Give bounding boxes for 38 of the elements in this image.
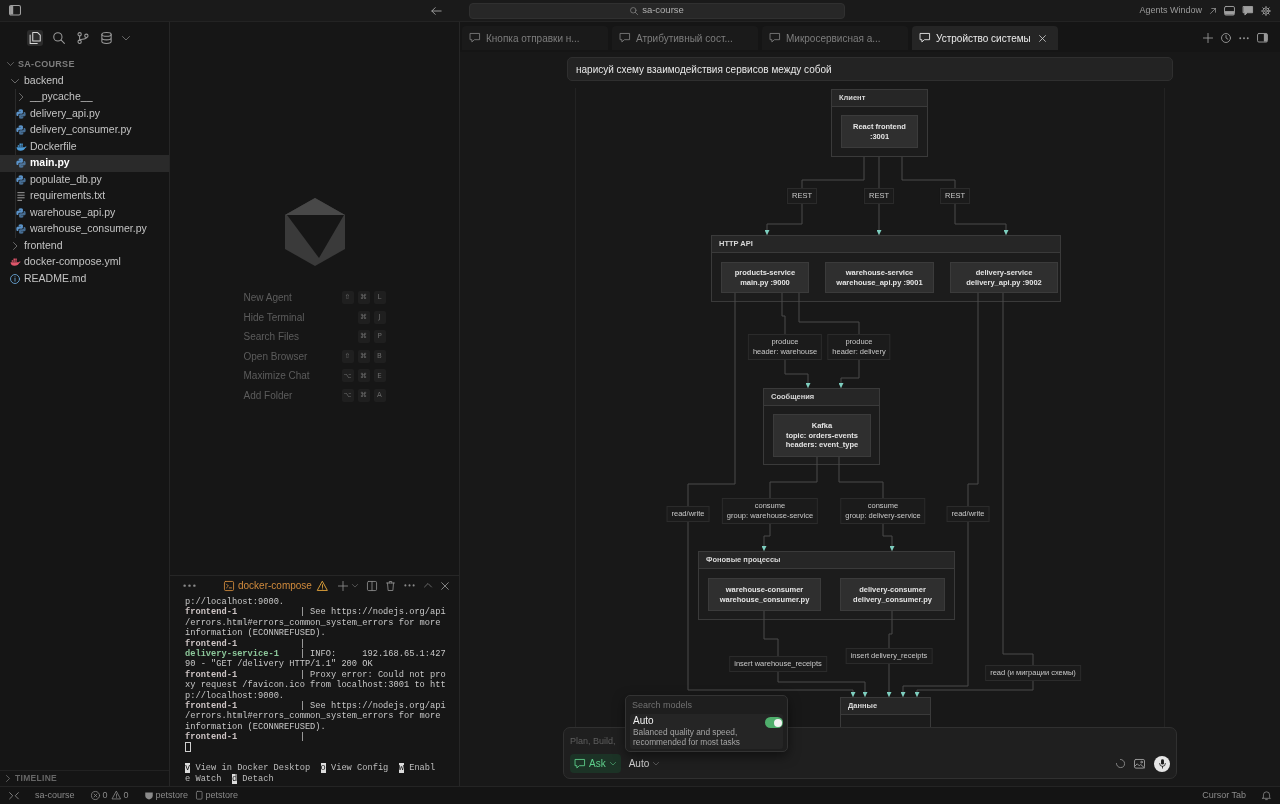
hint-label: View in Docker Desktop bbox=[195, 763, 311, 774]
terminal-output: xy request /favicon.ico from localhost:3001 to htt bbox=[185, 680, 446, 691]
key-hint: v bbox=[185, 763, 191, 774]
service-name: frontend-1 bbox=[185, 700, 238, 711]
user-message: нарисуй схему взаимодействия сервисов между собой bbox=[567, 57, 1173, 81]
key-hint: d bbox=[231, 773, 238, 784]
terminal-output: | See https://nodejs.org/api bbox=[299, 700, 446, 711]
terminal-output: /errors.html#errors_common_system_errors for more bbox=[185, 617, 441, 628]
terminal-output: 90 - "GET /delivery HTTP/1.1" 200 OK bbox=[185, 659, 373, 670]
terminal-output: p://localhost:9000. bbox=[185, 690, 285, 701]
shortcut-label: Add Folder bbox=[243, 389, 293, 403]
shortcut-label: Maximize Chat bbox=[243, 369, 310, 384]
terminal-output: information (ECONNREFUSED). bbox=[185, 628, 326, 639]
terminal-output: | bbox=[299, 732, 305, 743]
terminal-output: information (ECONNREFUSED). bbox=[185, 721, 326, 732]
shortcut-label: Open Browser bbox=[243, 349, 308, 364]
shortcut-label: New Agent bbox=[243, 291, 292, 305]
service-name: frontend-1 bbox=[185, 607, 238, 618]
hint-label: View Config bbox=[330, 763, 389, 774]
terminal-output: | See https://nodejs.org/api bbox=[299, 607, 446, 618]
model-name: Auto bbox=[633, 715, 655, 727]
hint-label: Enabl bbox=[409, 763, 436, 774]
terminal-output: | INFO: 192.168.65.1:427 bbox=[299, 648, 446, 659]
terminal-output: /errors.html#errors_common_system_errors for more bbox=[185, 711, 441, 722]
key-hint: w bbox=[398, 763, 404, 774]
shortcut-label: Search Files bbox=[243, 330, 300, 345]
service-name: frontend-1 bbox=[185, 638, 238, 649]
terminal-output: | bbox=[299, 638, 305, 649]
service-name: delivery-service-1 bbox=[185, 648, 279, 659]
service-name: frontend-1 bbox=[185, 669, 238, 681]
terminal-output: p://localhost:9000. bbox=[185, 597, 285, 607]
model-description: Balanced quality and speed, recommended for most tasks bbox=[633, 727, 741, 747]
terminal-output: | Proxy error: Could not pro bbox=[299, 669, 446, 680]
service-name: frontend-1 bbox=[185, 732, 238, 743]
key-hint: o bbox=[320, 763, 326, 774]
hint-label: e Watch bbox=[185, 773, 222, 784]
shortcut-label: Hide Terminal bbox=[243, 310, 305, 325]
hint-label: Detach bbox=[242, 773, 274, 784]
